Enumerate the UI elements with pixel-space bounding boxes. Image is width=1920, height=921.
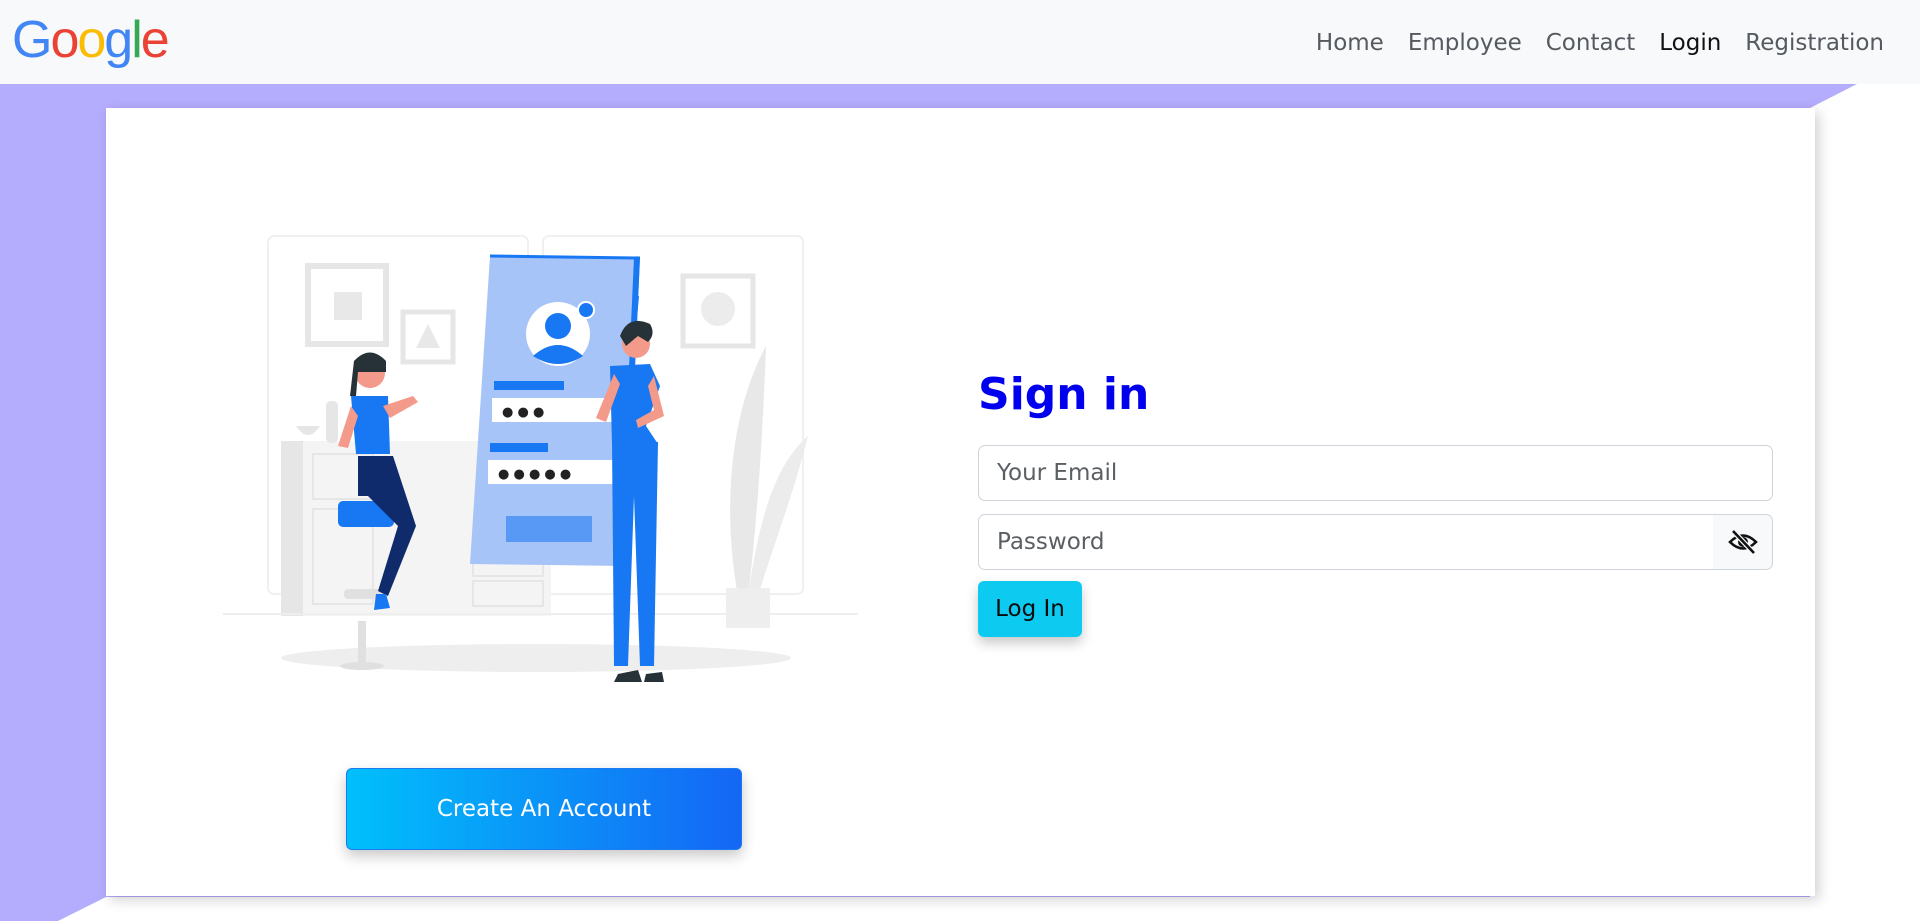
email-field[interactable] [978, 445, 1773, 501]
nav-links: Home Employee Contact Login Registration [1304, 27, 1896, 59]
nav-contact-link[interactable]: Contact [1534, 27, 1647, 59]
logo-letter: e [140, 11, 170, 69]
nav-login-link[interactable]: Login [1647, 27, 1733, 59]
google-logo[interactable]: Google [12, 10, 170, 70]
nav-employee-link[interactable]: Employee [1396, 27, 1534, 59]
eye-slash-icon [1727, 529, 1758, 555]
password-dots-1: ● ● ● [502, 405, 544, 420]
logo-letter: g [104, 11, 133, 69]
logo-letter: o [50, 11, 79, 69]
navbar: Google Home Employee Contact Login Regis… [0, 0, 1920, 84]
login-illustration: ● ● ● ● ● ● ● ● [223, 235, 858, 682]
logo-letter: o [77, 11, 106, 69]
signin-title: Sign in [978, 369, 1150, 420]
password-field[interactable] [978, 514, 1714, 570]
create-account-button[interactable]: Create An Account [346, 768, 742, 850]
password-dots-2: ● ● ● ● ● [498, 467, 571, 482]
logo-letter: G [12, 11, 52, 69]
password-toggle-button[interactable] [1713, 514, 1773, 570]
nav-registration-link[interactable]: Registration [1733, 27, 1896, 59]
login-button[interactable]: Log In [978, 581, 1082, 637]
login-card: ● ● ● ● ● ● ● ● Create An Account Sign i… [106, 108, 1815, 896]
logo-letter: l [131, 11, 142, 69]
nav-home-link[interactable]: Home [1304, 27, 1396, 59]
